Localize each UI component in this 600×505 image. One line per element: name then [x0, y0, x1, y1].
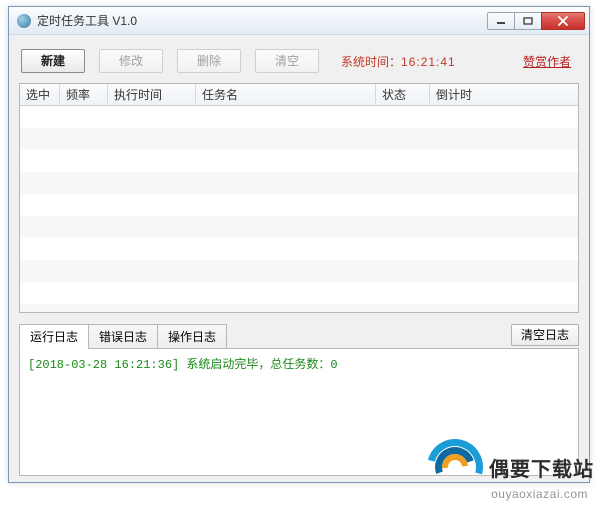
app-icon	[17, 14, 31, 28]
watermark-url: ouyaoxiazai.com	[491, 487, 588, 501]
tab-op-log[interactable]: 操作日志	[157, 324, 227, 349]
log-box[interactable]: [2018-03-28 16:21:36] 系统启动完毕，总任务数：0	[19, 348, 579, 476]
grid-header: 选中 频率 执行时间 任务名 状态 倒计时	[20, 84, 578, 106]
col-countdown[interactable]: 倒计时	[430, 84, 578, 105]
clear-log-button[interactable]: 清空日志	[511, 324, 579, 346]
window-title: 定时任务工具 V1.0	[37, 12, 488, 29]
new-button[interactable]: 新建	[21, 49, 85, 73]
col-freq[interactable]: 频率	[60, 84, 108, 105]
col-taskname[interactable]: 任务名	[196, 84, 376, 105]
col-checked[interactable]: 选中	[20, 84, 60, 105]
app-window: 定时任务工具 V1.0 新建 修改 删除 清空 系统时间：16:21:41 赞赏…	[8, 6, 590, 483]
tab-run-log[interactable]: 运行日志	[19, 324, 89, 349]
toolbar: 新建 修改 删除 清空 系统时间：16:21:41 赞赏作者	[15, 41, 583, 83]
grid-body[interactable]	[20, 106, 578, 312]
col-exectime[interactable]: 执行时间	[108, 84, 196, 105]
system-time: 系统时间：16:21:41	[341, 53, 456, 70]
task-grid[interactable]: 选中 频率 执行时间 任务名 状态 倒计时	[19, 83, 579, 313]
close-icon	[557, 16, 569, 26]
sponsor-link[interactable]: 赞赏作者	[523, 53, 571, 70]
client-area: 新建 修改 删除 清空 系统时间：16:21:41 赞赏作者 选中 频率 执行时…	[15, 41, 583, 476]
edit-button: 修改	[99, 49, 163, 73]
system-time-label: 系统时间：	[341, 55, 401, 69]
maximize-icon	[523, 17, 533, 25]
close-button[interactable]	[541, 12, 585, 30]
clear-button: 清空	[255, 49, 319, 73]
log-tabs-row: 运行日志 错误日志 操作日志 清空日志	[19, 323, 579, 348]
log-tabs: 运行日志 错误日志 操作日志	[19, 324, 226, 349]
window-buttons	[488, 12, 585, 30]
log-line: [2018-03-28 16:21:36] 系统启动完毕，总任务数：0	[28, 355, 570, 372]
log-timestamp: [2018-03-28 16:21:36]	[28, 358, 179, 372]
delete-button: 删除	[177, 49, 241, 73]
tab-error-log[interactable]: 错误日志	[88, 324, 158, 349]
system-time-value: 16:21:41	[401, 55, 456, 69]
minimize-icon	[496, 17, 506, 25]
log-area: 运行日志 错误日志 操作日志 清空日志 [2018-03-28 16:21:36…	[19, 323, 579, 476]
col-status[interactable]: 状态	[376, 84, 430, 105]
log-message: 系统启动完毕，总任务数：0	[179, 358, 337, 372]
titlebar: 定时任务工具 V1.0	[9, 7, 589, 35]
minimize-button[interactable]	[487, 12, 515, 30]
maximize-button[interactable]	[514, 12, 542, 30]
